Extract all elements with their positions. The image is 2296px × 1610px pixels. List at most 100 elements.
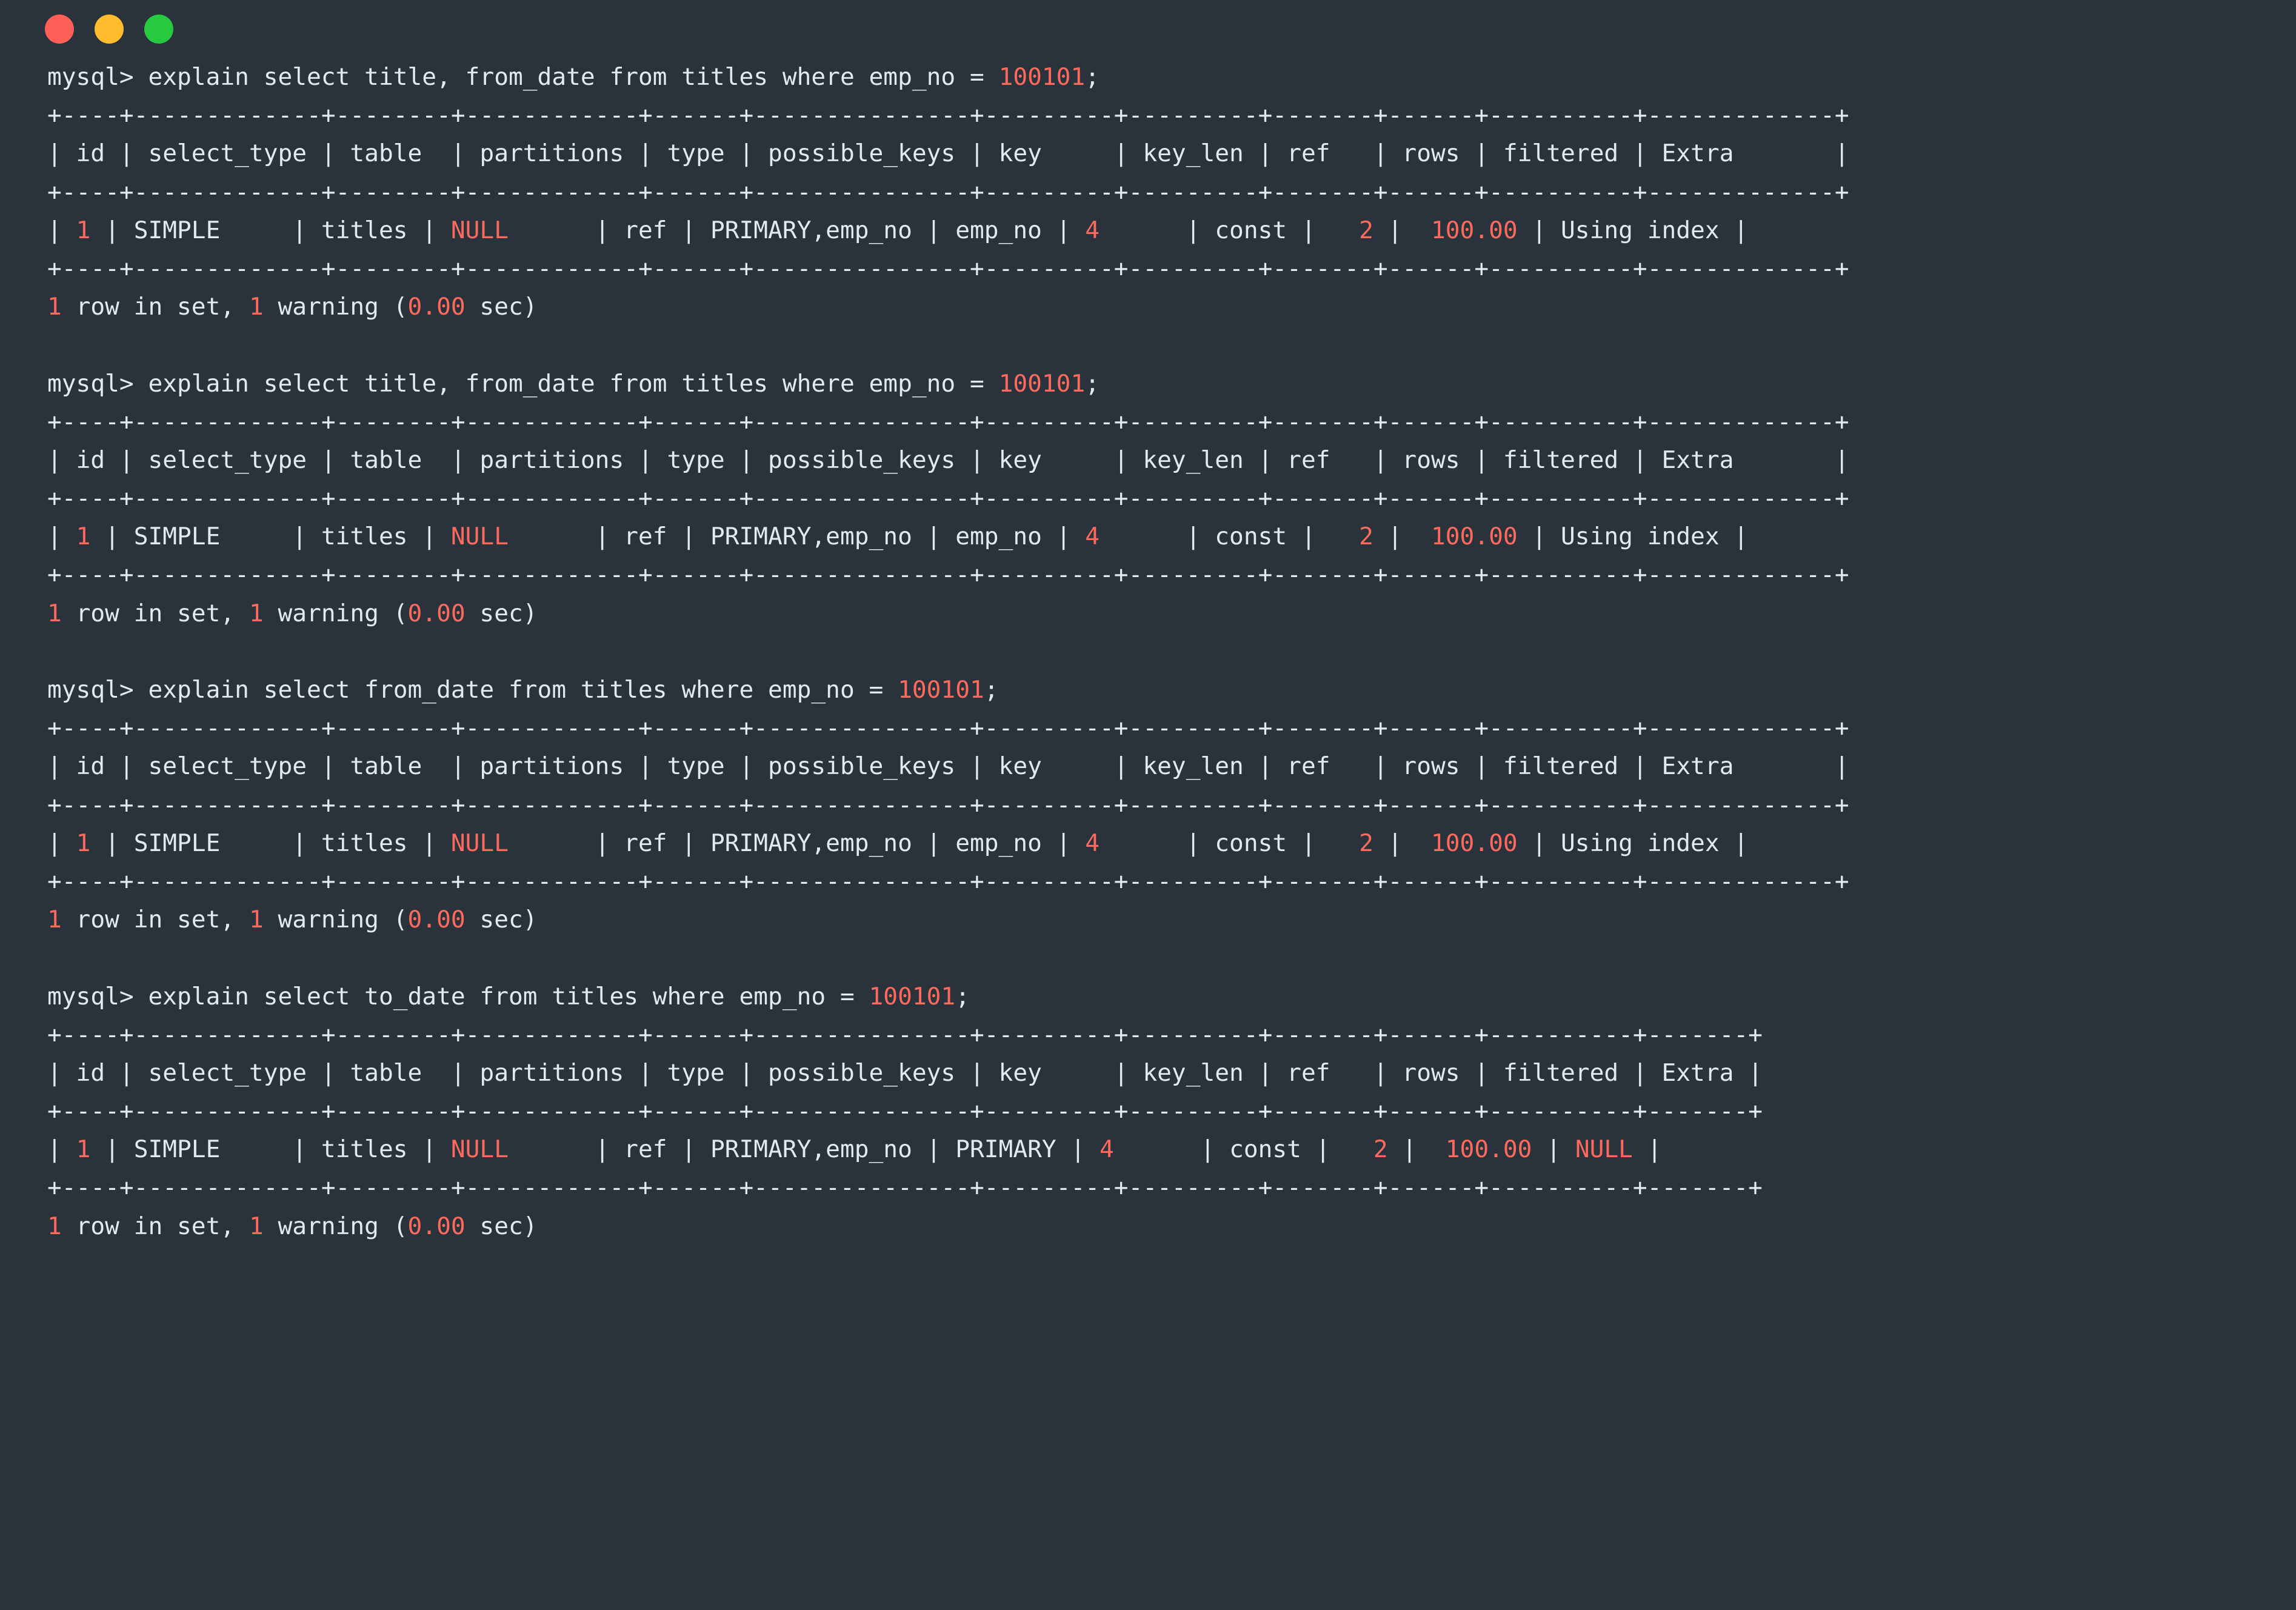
cell-divider: | (681, 829, 710, 857)
cell-value: 1 (76, 1135, 91, 1164)
table-header-row: | id | select_type | table | partitions … (47, 441, 2296, 479)
cell-space (1287, 523, 1301, 550)
status-row-count: 1 (47, 293, 62, 321)
cell-space (1720, 216, 1734, 244)
cell-pad (1431, 1135, 1446, 1163)
cell-space (278, 216, 293, 244)
cell-divider: | (1315, 1135, 1345, 1164)
separator-text: +----+-------------+--------+-----------… (47, 1020, 1763, 1049)
cell-value: Using index (1561, 523, 1720, 551)
status-line: 1 row in set, 1 warning (0.00 sec) (47, 595, 2296, 633)
cell-space (581, 216, 595, 244)
query-block: mysql> explain select title, from_date f… (47, 58, 2296, 365)
cell-value: 4 (1085, 216, 1100, 244)
table-header-row: | id | select_type | table | partitions … (47, 747, 2296, 786)
status-text: row in set, (61, 1212, 249, 1240)
cell-divider: | (422, 1135, 451, 1164)
cell-value: 4 (1085, 523, 1100, 551)
cell-value: titles (321, 216, 408, 244)
command-line[interactable]: mysql> explain select from_date from tit… (47, 671, 2296, 709)
header-text: | id | select_type | table | partitions … (47, 1058, 1763, 1087)
cell-space (667, 216, 682, 244)
cell-value: 100.00 (1431, 829, 1518, 857)
maximize-button-icon[interactable] (144, 15, 173, 44)
command-line[interactable]: mysql> explain select title, from_date f… (47, 58, 2296, 96)
cell-space (1532, 1135, 1546, 1163)
cell-value: NULL (450, 216, 509, 244)
cell-divider: | (47, 1135, 76, 1164)
cell-pad (1417, 829, 1431, 857)
cell-value: const (1215, 523, 1287, 551)
cell-pad (1344, 1135, 1373, 1163)
cell-space (581, 523, 595, 550)
terminal-output[interactable]: mysql> explain select title, from_date f… (0, 58, 2296, 1246)
cell-space (1720, 523, 1734, 550)
cell-divider: | (1546, 1135, 1575, 1164)
cell-pad (1330, 829, 1360, 857)
header-text: | id | select_type | table | partitions … (47, 139, 1849, 168)
cell-value: Using index (1561, 829, 1720, 857)
cell-value: ref (624, 523, 667, 551)
close-button-icon[interactable] (45, 15, 74, 44)
table-data-row: | 1 | SIMPLE | titles | NULL | ref | PRI… (47, 518, 2296, 556)
cell-divider: | (292, 216, 321, 244)
cell-value: SIMPLE (133, 1135, 278, 1164)
cell-divider: | (47, 829, 76, 857)
cell-pad (1114, 1135, 1186, 1163)
cell-space (912, 523, 927, 550)
cell-pad (509, 829, 581, 857)
cell-value: const (1215, 829, 1287, 857)
status-text: row in set, (61, 599, 249, 627)
cell-divider: | (681, 1135, 710, 1164)
status-elapsed-time: 0.00 (407, 599, 466, 627)
cell-divider: | (1056, 523, 1086, 551)
cell-space (278, 1135, 293, 1163)
cell-space (667, 1135, 682, 1163)
status-line: 1 row in set, 1 warning (0.00 sec) (47, 288, 2296, 326)
cell-pad (509, 1135, 581, 1163)
minimize-button-icon[interactable] (95, 15, 124, 44)
cell-divider: | (1647, 1135, 1662, 1164)
cell-value: SIMPLE (133, 216, 278, 244)
table-separator: +----+-------------+--------+-----------… (47, 173, 2296, 212)
cell-divider: | (105, 829, 134, 857)
cell-divider: | (1301, 829, 1330, 857)
cell-divider: | (105, 523, 134, 551)
cell-value: NULL (450, 829, 509, 857)
header-text: | id | select_type | table | partitions … (47, 446, 1849, 474)
cell-value: Using index (1561, 216, 1720, 244)
cell-divider: | (105, 216, 134, 244)
cell-space (1172, 216, 1186, 244)
command-text: explain select to_date from titles where… (148, 982, 869, 1010)
command-line[interactable]: mysql> explain select to_date from title… (47, 978, 2296, 1016)
cell-space (1287, 829, 1301, 857)
cell-divider: | (926, 829, 956, 857)
table-data-row: | 1 | SIMPLE | titles | NULL | ref | PRI… (47, 824, 2296, 863)
table-separator: +----+-------------+--------+-----------… (47, 479, 2296, 518)
cell-pad (1330, 216, 1360, 244)
cell-space (408, 1135, 422, 1163)
cell-divider: | (681, 216, 710, 244)
command-line[interactable]: mysql> explain select title, from_date f… (47, 365, 2296, 403)
cell-value: SIMPLE (133, 523, 278, 551)
cell-value: titles (321, 829, 408, 857)
separator-text: +----+-------------+--------+-----------… (47, 561, 1849, 589)
cell-value: PRIMARY,emp_no (710, 523, 912, 551)
cell-pad (1100, 829, 1172, 857)
cell-divider: | (1186, 829, 1215, 857)
cell-value: SIMPLE (133, 829, 278, 857)
cell-space (581, 1135, 595, 1163)
table-separator: +----+-------------+--------+-----------… (47, 250, 2296, 288)
cell-space (90, 216, 105, 244)
cell-divider: | (1387, 523, 1417, 551)
cell-divider: | (292, 1135, 321, 1164)
status-text: row in set, (61, 906, 249, 934)
cell-space (912, 829, 927, 857)
cell-space (1373, 829, 1388, 857)
cell-divider: | (595, 216, 624, 244)
cell-divider: | (1734, 829, 1749, 857)
cell-divider: | (1070, 1135, 1100, 1164)
cell-space (1720, 829, 1734, 857)
cell-space (1042, 523, 1056, 550)
